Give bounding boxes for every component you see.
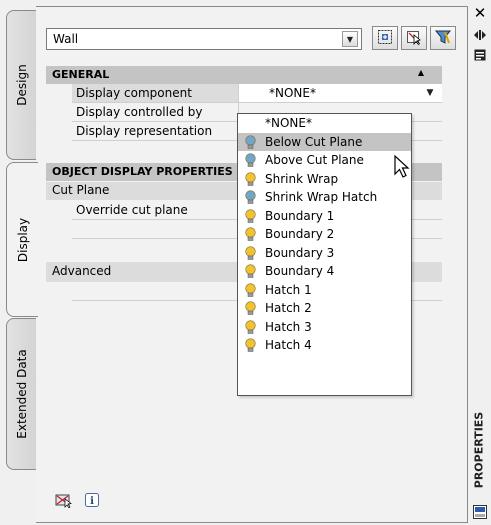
quick-select-button[interactable] (401, 26, 427, 50)
filter-button[interactable] (430, 26, 456, 50)
chevron-down-icon[interactable]: ▼ (342, 31, 358, 47)
chevron-down-icon[interactable]: ▼ (422, 85, 438, 101)
quick-select-bottom-button[interactable] (54, 491, 74, 511)
palette-title-bar: ✕ PROPERTIES (468, 0, 491, 525)
dropdown-option[interactable]: Shrink Wrap Hatch (238, 188, 411, 207)
filter-icon (434, 29, 452, 48)
dropdown-option-label: Shrink Wrap (265, 171, 339, 186)
prop-label-empty (72, 220, 238, 239)
display-component-value: *NONE* (269, 86, 316, 100)
display-component-select[interactable]: *NONE* ▼ (238, 84, 442, 103)
tab-display-label: Display (15, 217, 30, 262)
properties-menu-icon[interactable] (472, 48, 488, 62)
palette-title: PROPERTIES (472, 411, 486, 489)
dropdown-option[interactable]: Boundary 4 (238, 262, 411, 281)
prop-row-display-component[interactable]: Display component *NONE* ▼ (46, 84, 442, 103)
category-general[interactable]: GENERAL ▲ (46, 66, 442, 84)
properties-palette: Design Extended Data Display Wall ▼ GENE… (0, 0, 491, 525)
bulb-on-icon[interactable] (245, 245, 256, 261)
bulb-on-icon[interactable] (245, 264, 256, 279)
dropdown-option-label: *NONE* (265, 116, 312, 130)
bulb-off-icon[interactable] (245, 134, 256, 150)
row-gutter (46, 84, 72, 103)
dropdown-option-label: Boundary 1 (265, 208, 335, 223)
dropdown-option-label: Hatch 4 (265, 338, 312, 352)
tab-extended-data[interactable]: Extended Data (6, 318, 36, 470)
prop-label: Display component (72, 84, 238, 103)
object-type-select[interactable]: Wall ▼ (46, 28, 362, 50)
dropdown-option[interactable]: Above Cut Plane (238, 151, 411, 170)
dropdown-option[interactable]: Boundary 3 (238, 244, 411, 263)
dropdown-option-label: Boundary 3 (265, 245, 335, 260)
prop-label: Display representation (72, 122, 238, 141)
add-selected-icon (377, 29, 393, 48)
mouse-pointer-icon (394, 154, 410, 182)
display-component-dropdown-list[interactable]: *NONE* Below Cut Plane Above Cut Plane Shri… (237, 113, 412, 396)
bulb-off-icon[interactable] (245, 190, 256, 205)
quick-select-icon (406, 29, 422, 48)
tab-design[interactable]: Design (6, 10, 36, 160)
category-general-title: GENERAL (52, 68, 110, 81)
info-button[interactable]: i (82, 491, 102, 511)
bulb-on-icon[interactable] (245, 338, 256, 353)
dropdown-option-label: Hatch 3 (265, 319, 312, 334)
dropdown-option-label: Hatch 2 (265, 301, 312, 315)
dropdown-option[interactable]: Below Cut Plane (238, 132, 411, 151)
tab-display[interactable]: Display (6, 162, 38, 317)
collapse-up-icon[interactable]: ▲ (418, 68, 424, 77)
dropdown-option-label: Boundary 4 (265, 264, 335, 278)
object-type-value: Wall (53, 32, 79, 46)
dropdown-option[interactable]: Boundary 1 (238, 207, 411, 226)
auto-hide-icon[interactable] (472, 28, 488, 42)
row-gutter (46, 103, 72, 122)
prop-label: Display controlled by (72, 103, 238, 122)
bulb-on-icon[interactable] (245, 282, 256, 298)
dropdown-option[interactable]: Shrink Wrap (238, 170, 411, 189)
dropdown-option-label: Shrink Wrap Hatch (265, 190, 378, 204)
subcategory-advanced-title: Advanced (52, 264, 112, 278)
dropdown-option[interactable]: *NONE* (238, 114, 411, 133)
add-selected-button[interactable] (372, 26, 398, 50)
info-icon: i (84, 492, 100, 511)
dropdown-option-label: Above Cut Plane (265, 153, 364, 167)
row-gutter (46, 122, 72, 141)
dropdown-option-label: Hatch 1 (265, 282, 312, 297)
svg-text:i: i (90, 496, 94, 507)
bulb-on-icon[interactable] (245, 171, 256, 187)
dropdown-option-label: Below Cut Plane (265, 134, 363, 149)
palette-settings-icon[interactable] (472, 505, 488, 519)
dropdown-option[interactable]: Boundary 2 (238, 225, 411, 244)
dropdown-option[interactable]: Hatch 2 (238, 299, 411, 318)
prop-label-empty (72, 282, 238, 301)
subcategory-cut-plane-title: Cut Plane (52, 183, 110, 197)
prop-label: Override cut plane (72, 201, 238, 220)
quick-select-icon (55, 492, 73, 511)
bulb-off-icon[interactable] (245, 153, 256, 168)
bulb-on-icon[interactable] (245, 227, 256, 242)
dropdown-option[interactable]: Hatch 4 (238, 336, 411, 355)
category-object-display-title: OBJECT DISPLAY PROPERTIES (52, 165, 233, 178)
bulb-on-icon[interactable] (245, 208, 256, 224)
tab-extended-data-label: Extended Data (14, 349, 29, 439)
dropdown-option[interactable]: Hatch 3 (238, 318, 411, 337)
dropdown-option[interactable]: Hatch 1 (238, 281, 411, 300)
bulb-on-icon[interactable] (245, 319, 256, 335)
dropdown-option-label: Boundary 2 (265, 227, 335, 241)
bulb-on-icon[interactable] (245, 301, 256, 316)
close-icon[interactable]: ✕ (472, 4, 488, 22)
row-gutter (46, 201, 72, 220)
tab-design-label: Design (14, 64, 29, 106)
